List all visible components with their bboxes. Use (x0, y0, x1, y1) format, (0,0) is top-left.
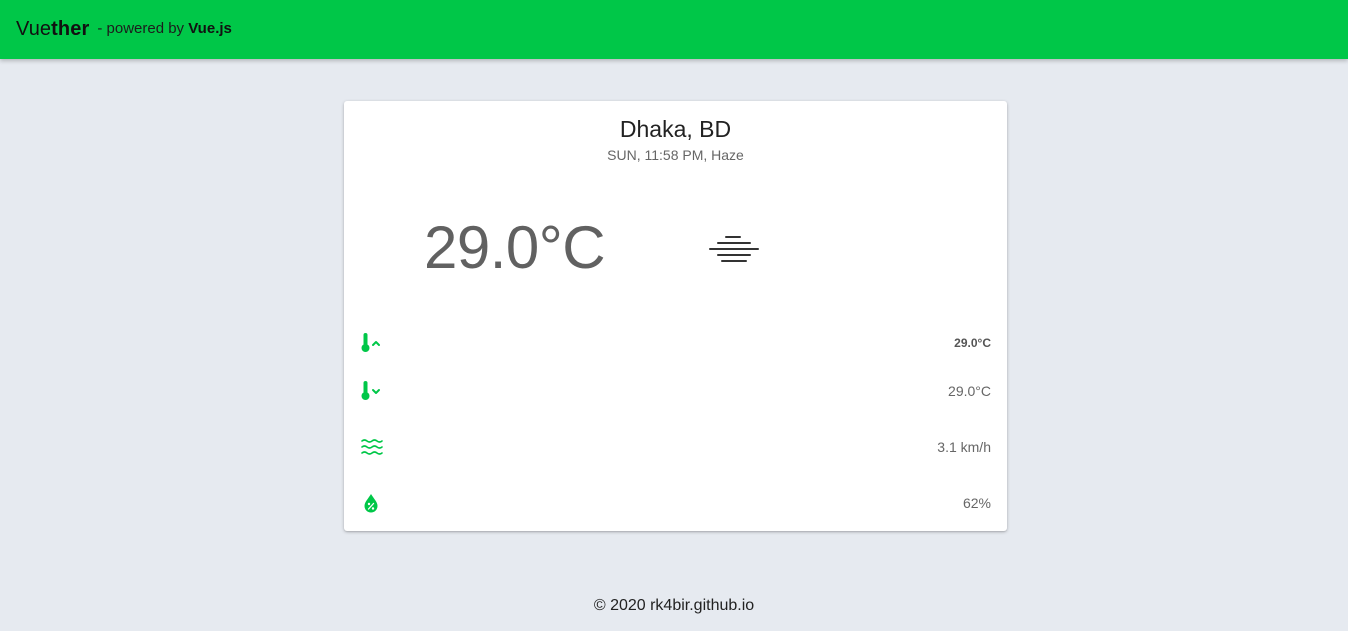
powered-name: Vue.js (188, 20, 232, 37)
weather-card: Dhaka, BD SUN, 11:58 PM, Haze 29.0°C 29.… (344, 101, 1007, 531)
app-bar: Vuether - powered by Vue.js (0, 0, 1348, 59)
wind-waves-icon (360, 435, 384, 459)
wind-speed-value: 3.1 km/h (937, 439, 991, 455)
detail-row-wind: 3.1 km/h (360, 432, 991, 462)
powered-prefix: - powered by (97, 20, 189, 37)
location-title: Dhaka, BD (619, 116, 732, 142)
detail-row-humidity: 62% (360, 488, 991, 518)
haze-icon (709, 236, 759, 262)
app-title[interactable]: Vuether (16, 18, 89, 41)
detail-row-min-temp: 29.0°C (360, 376, 991, 406)
thermometer-high-icon (360, 331, 384, 355)
detail-row-max-temp: 29.0°C (360, 328, 991, 358)
current-temperature: 29.0°C (424, 214, 606, 281)
powered-by: - powered by Vue.js (97, 20, 232, 37)
footer-copyright[interactable]: © 2020 rk4bir.github.io (0, 597, 1348, 615)
max-temp-value: 29.0°C (954, 336, 991, 350)
humidity-value: 62% (962, 495, 991, 511)
min-temp-value: 29.0°C (948, 383, 991, 399)
weather-subtitle: SUN, 11:58 PM, Haze (607, 147, 744, 163)
brand-light: Vue (16, 18, 52, 40)
thermometer-low-icon (360, 379, 384, 403)
humidity-drop-icon (360, 491, 384, 515)
brand-bold: ther (51, 18, 90, 40)
